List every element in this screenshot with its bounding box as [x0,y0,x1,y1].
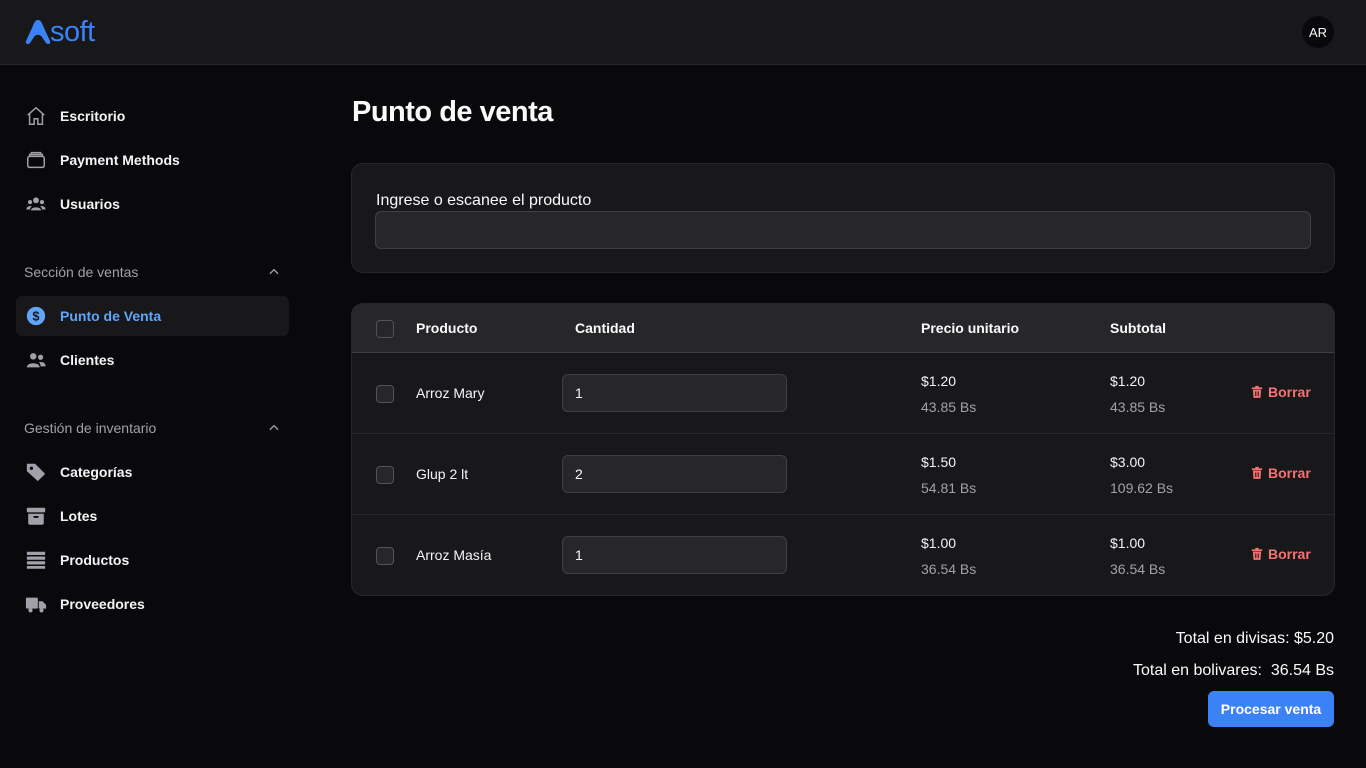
product-name: Glup 2 lt [416,466,469,482]
delete-button[interactable]: Borrar [1250,546,1311,562]
unit-price-bs: 54.81 Bs [921,480,977,496]
section-title: Gestión de inventario [24,420,157,436]
subtotal-usd: $3.00 [1110,454,1146,470]
section-ventas-toggle[interactable]: Sección de ventas [24,262,281,282]
row-checkbox[interactable] [376,547,394,565]
product-scan-input[interactable] [375,211,1311,249]
page-title: Punto de venta [352,96,553,128]
list-icon [24,548,48,572]
subtotal-bs: 109.62 Bs [1110,480,1174,496]
delete-label: Borrar [1268,384,1311,400]
unit-price-usd: $1.00 [921,535,957,551]
users-icon [24,192,48,216]
sidebar: Escritorio Payment Methods Usuarios Secc… [0,65,305,768]
trash-icon [1251,466,1263,479]
total-divisas: Total en divisas: $5.20 [1175,630,1334,647]
app-logo[interactable]: soft [24,17,95,47]
column-header-subtotal: Subtotal [1110,320,1166,336]
sidebar-item-label: Usuarios [60,196,120,212]
unit-price-usd: $1.20 [921,373,957,389]
total-bolivares: Total en bolivares: 36.54 Bs [1132,662,1334,679]
delete-label: Borrar [1268,465,1311,481]
sidebar-item-label: Lotes [60,508,98,524]
user-avatar[interactable]: AR [1302,16,1334,48]
quantity-input[interactable] [562,374,787,412]
product-name: Arroz Mary [416,385,485,401]
sidebar-item-label: Categorías [60,464,133,480]
chevron-up-icon [269,424,279,431]
sidebar-item-clientes[interactable]: Clientes [16,340,289,380]
unit-price-bs: 36.54 Bs [921,561,977,577]
delete-label: Borrar [1268,546,1311,562]
quantity-input[interactable] [562,455,787,493]
sidebar-item-usuarios[interactable]: Usuarios [16,184,289,224]
sidebar-item-punto-de-venta[interactable]: $ Punto de Venta [16,296,289,336]
sidebar-item-label: Punto de Venta [60,308,162,324]
scan-card: Ingrese o escanee el producto [351,163,1335,273]
chevron-up-icon [269,268,279,275]
subtotal-usd: $1.00 [1110,535,1146,551]
quantity-input[interactable] [562,536,787,574]
sidebar-item-label: Escritorio [60,108,126,124]
unit-price-usd: $1.50 [921,454,957,470]
sidebar-item-payment-methods[interactable]: Payment Methods [16,140,289,180]
section-title: Sección de ventas [24,264,139,280]
column-header-producto: Producto [416,320,478,336]
sidebar-item-productos[interactable]: Productos [16,540,289,580]
tag-icon [24,460,48,484]
sidebar-item-categorias[interactable]: Categorías [16,452,289,492]
sidebar-item-label: Proveedores [60,596,145,612]
sidebar-item-label: Clientes [60,352,115,368]
subtotal-usd: $1.20 [1110,373,1146,389]
table-row: Arroz Mary $1.20 43.85 Bs $1.20 43.85 Bs… [352,353,1334,434]
top-bar: soft AR [0,0,1366,65]
row-checkbox[interactable] [376,466,394,484]
svg-text:$: $ [32,309,39,324]
table-header: Producto Cantidad Precio unitario Subtot… [352,304,1334,353]
column-header-cantidad: Cantidad [575,320,635,336]
truck-icon [24,592,48,616]
sidebar-item-escritorio[interactable]: Escritorio [16,96,289,136]
column-header-precio-unitario: Precio unitario [921,320,1020,336]
archive-icon [24,504,48,528]
unit-price-bs: 43.85 Bs [921,399,977,415]
dollar-icon: $ [24,304,48,328]
delete-button[interactable]: Borrar [1250,384,1311,400]
table-row: Arroz Masía $1.00 36.54 Bs $1.00 36.54 B… [352,515,1334,595]
scan-label: Ingrese o escanee el producto [376,192,592,209]
table-row: Glup 2 lt $1.50 54.81 Bs $3.00 109.62 Bs… [352,434,1334,515]
product-name: Arroz Masía [416,547,492,563]
trash-icon [1251,385,1263,398]
sidebar-item-label: Payment Methods [60,152,180,168]
row-checkbox[interactable] [376,385,394,403]
sidebar-item-lotes[interactable]: Lotes [16,496,289,536]
process-sale-button[interactable]: Procesar venta [1208,691,1334,727]
select-all-checkbox[interactable] [376,320,394,338]
sidebar-item-label: Productos [60,552,130,568]
subtotal-bs: 43.85 Bs [1110,399,1166,415]
wallet-icon [24,148,48,172]
logo-text: soft [50,16,95,48]
sidebar-item-proveedores[interactable]: Proveedores [16,584,289,624]
trash-icon [1251,547,1263,560]
home-icon [24,104,48,128]
section-inventario-toggle[interactable]: Gestión de inventario [24,418,281,438]
clients-icon [24,348,48,372]
cart-table: Producto Cantidad Precio unitario Subtot… [351,303,1335,596]
logo-mark-icon [25,20,51,45]
subtotal-bs: 36.54 Bs [1110,561,1166,577]
delete-button[interactable]: Borrar [1250,465,1311,481]
